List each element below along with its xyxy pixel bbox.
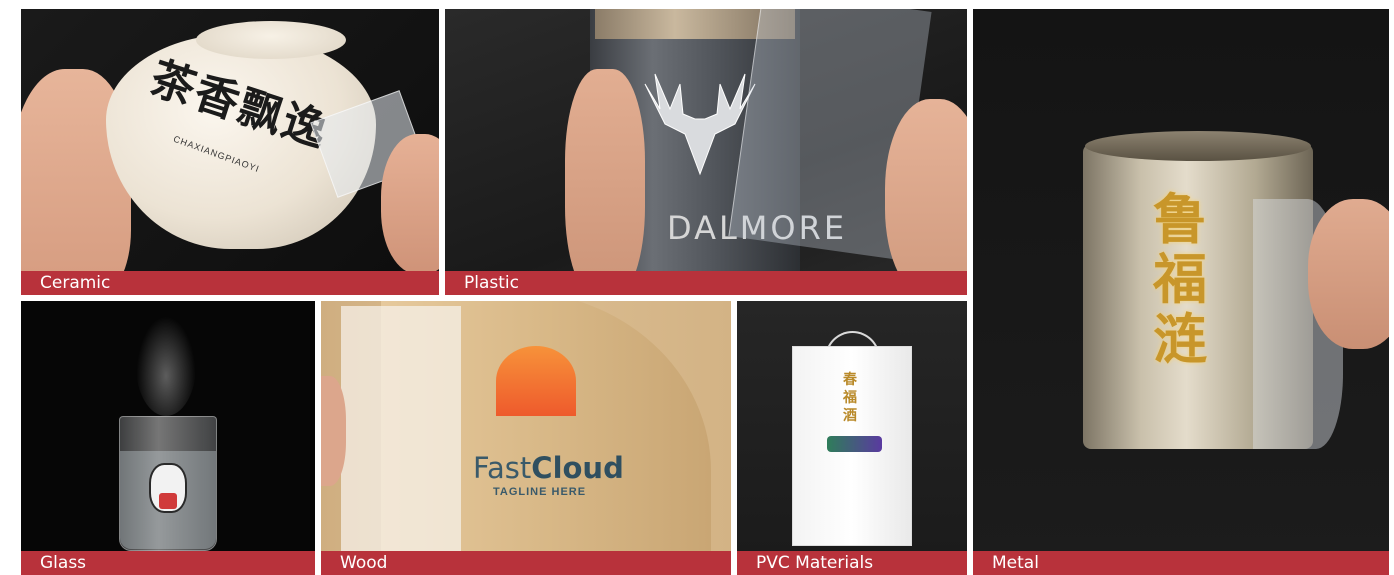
brand-fast: Fast: [473, 451, 532, 485]
bunny-decal-icon: [149, 463, 187, 513]
brand-cloud: Cloud: [531, 451, 624, 485]
caption-wood: Wood: [321, 551, 731, 575]
plastic-photo: DALMORE Plastic: [445, 9, 967, 295]
caption-pvc: PVC Materials: [737, 551, 967, 575]
glass-photo: Glass: [21, 301, 315, 575]
smoke: [136, 316, 196, 416]
wood-logo-tagline: TAGLINE HERE: [493, 486, 587, 498]
right-hand: [1308, 199, 1389, 349]
cloud-logo-icon: [496, 346, 576, 416]
ceramic-photo: 茶香飘逸 CHAXIANGPIAOYI Ceramic: [21, 9, 439, 295]
caption-glass: Glass: [21, 551, 315, 575]
hand: [321, 376, 346, 486]
metal-can-brand: 鲁福涟: [1153, 187, 1207, 371]
left-hand: [565, 69, 645, 295]
right-hand: [381, 134, 439, 274]
pvc-photo: 春福酒 PVC Materials: [737, 301, 967, 575]
bag-decoration: [827, 436, 882, 452]
can-top: [1085, 131, 1311, 161]
caption-metal: Metal: [973, 551, 1389, 575]
wood-logo-brand: FastCloud: [473, 451, 624, 485]
wood-photo: FastCloud TAGLINE HERE Wood: [321, 301, 731, 575]
jar-lid: [196, 21, 346, 59]
caption-plastic: Plastic: [445, 271, 967, 295]
metal-photo: 鲁福涟 Metal: [973, 9, 1389, 575]
pvc-bag-brand: 春福酒: [843, 372, 857, 424]
right-hand: [885, 99, 967, 295]
transfer-film: [341, 306, 461, 556]
caption-ceramic: Ceramic: [21, 271, 439, 295]
